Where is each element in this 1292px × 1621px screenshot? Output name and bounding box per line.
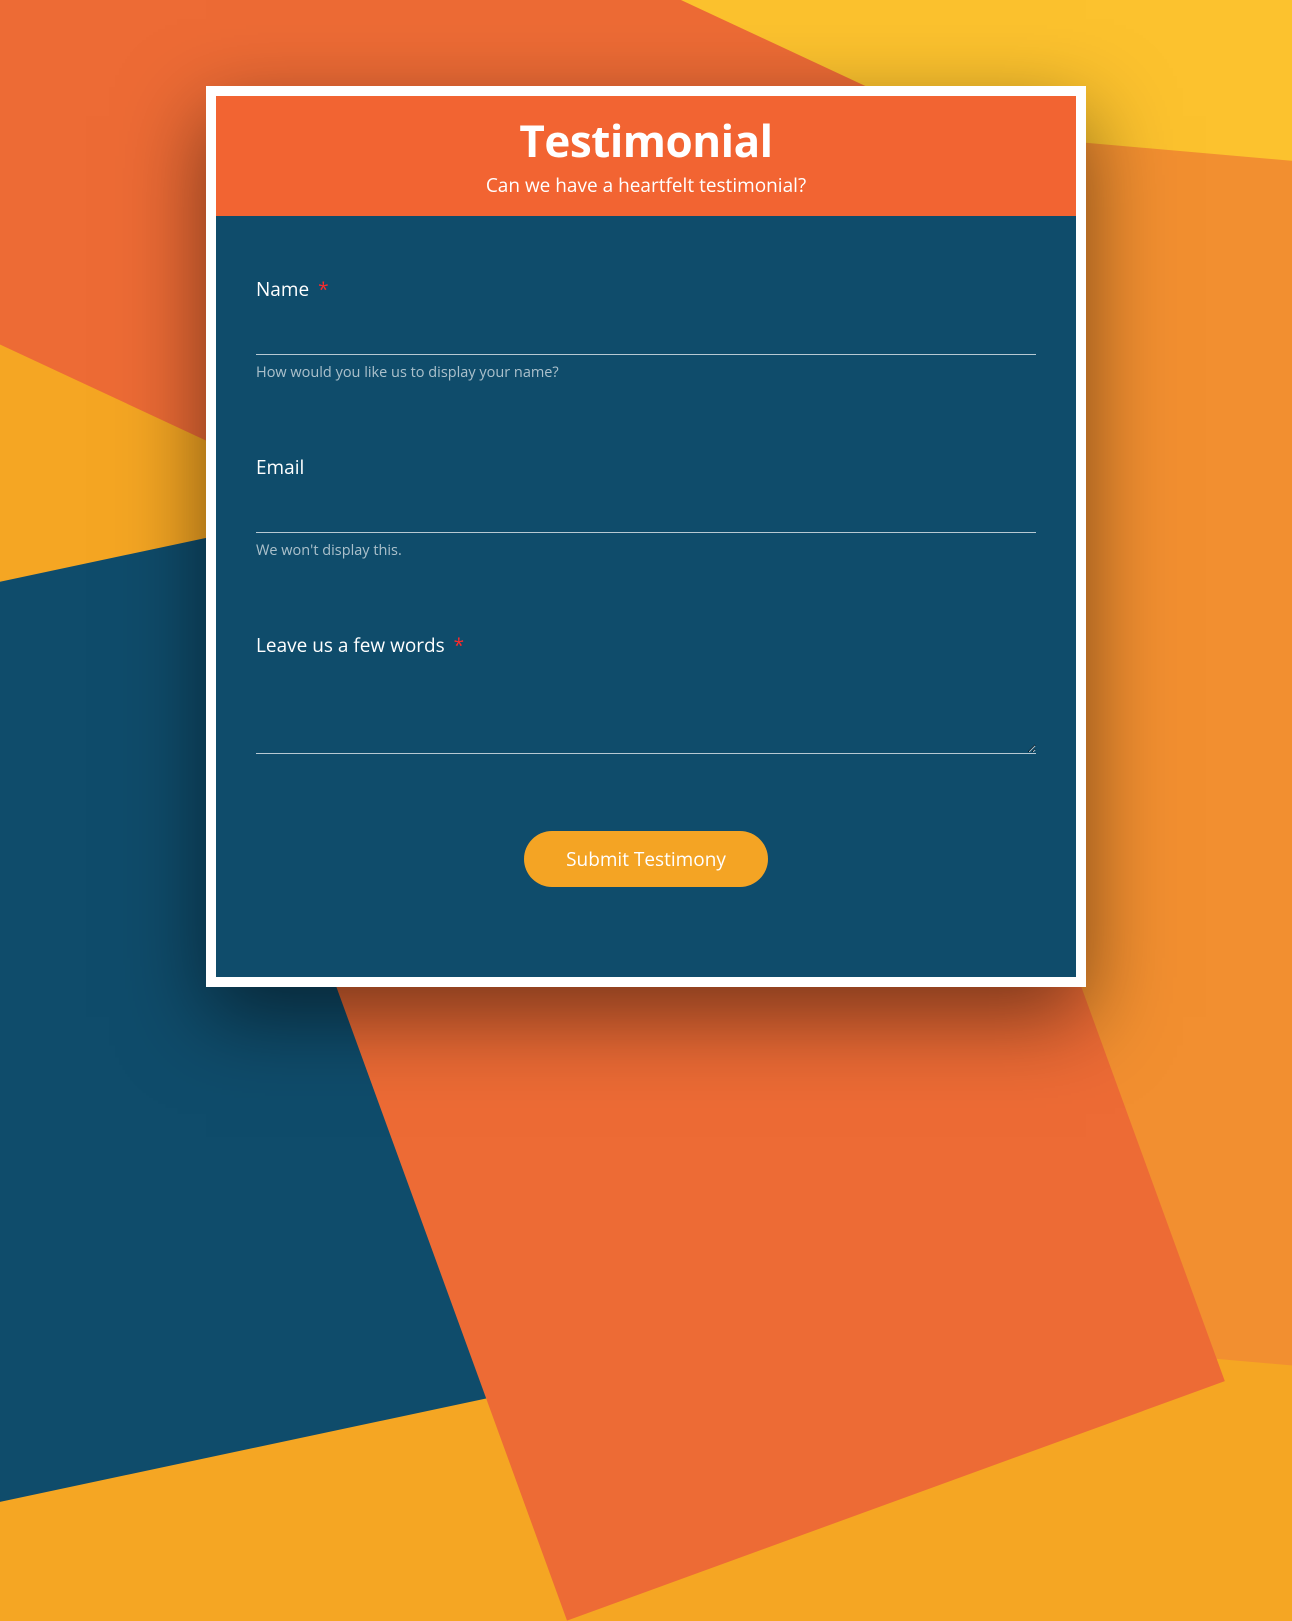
- name-field-group: Name * How would you like us to display …: [256, 276, 1036, 382]
- message-label: Leave us a few words *: [256, 632, 1036, 658]
- form-title: Testimonial: [236, 110, 1056, 170]
- required-indicator: *: [318, 276, 328, 302]
- testimonial-form-card: Testimonial Can we have a heartfelt test…: [206, 86, 1086, 987]
- form-subtitle: Can we have a heartfelt testimonial?: [236, 172, 1056, 198]
- form-body: Name * How would you like us to display …: [216, 216, 1076, 977]
- name-label: Name *: [256, 276, 1036, 302]
- email-label: Email: [256, 454, 1036, 480]
- required-indicator: *: [454, 632, 464, 658]
- form-header: Testimonial Can we have a heartfelt test…: [216, 96, 1076, 216]
- email-help-text: We won't display this.: [256, 541, 1036, 560]
- message-label-text: Leave us a few words: [256, 632, 445, 658]
- email-input[interactable]: [256, 498, 1036, 533]
- message-textarea[interactable]: [256, 676, 1036, 754]
- submit-button[interactable]: Submit Testimony: [524, 831, 768, 887]
- message-field-group: Leave us a few words *: [256, 632, 1036, 759]
- name-help-text: How would you like us to display your na…: [256, 363, 1036, 382]
- name-input[interactable]: [256, 320, 1036, 355]
- email-label-text: Email: [256, 454, 304, 480]
- email-field-group: Email We won't display this.: [256, 454, 1036, 560]
- submit-wrapper: Submit Testimony: [256, 831, 1036, 887]
- name-label-text: Name: [256, 276, 309, 302]
